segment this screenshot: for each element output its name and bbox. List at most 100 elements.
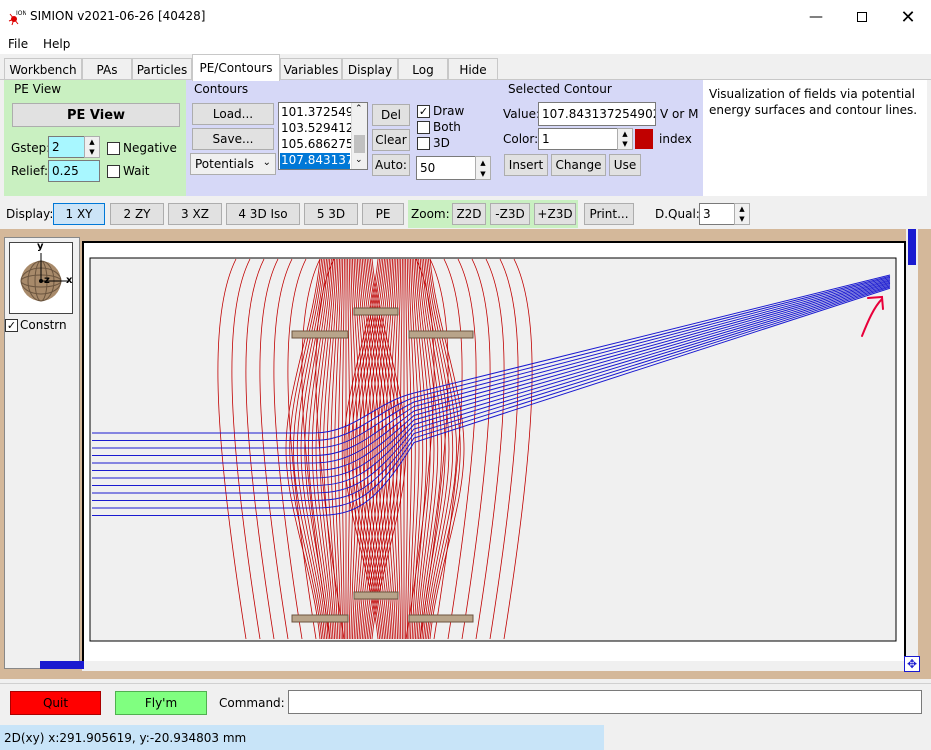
tab-variables[interactable]: Variables xyxy=(280,58,342,80)
view-5-3d-button[interactable]: 5 3D xyxy=(304,203,358,225)
draw-label: Draw xyxy=(433,104,465,118)
pan-icon[interactable]: ✥ xyxy=(904,656,920,672)
tab-log[interactable]: Log xyxy=(398,58,448,80)
spin-down-icon: ▼ xyxy=(622,140,628,148)
color-spinner[interactable]: ▲ ▼ xyxy=(617,128,633,150)
use-button[interactable]: Use xyxy=(609,154,641,176)
electrode xyxy=(353,307,399,316)
auto-button[interactable]: Auto: xyxy=(372,154,410,176)
dqual-spinner[interactable]: ▲ ▼ xyxy=(734,203,750,225)
chevron-down-icon: ⌄ xyxy=(262,157,271,168)
gstep-label: Gstep: xyxy=(11,141,51,155)
drawing-canvas[interactable] xyxy=(82,241,906,665)
zoom-z2d-button[interactable]: Z2D xyxy=(452,203,486,225)
scroll-thumb[interactable] xyxy=(354,135,365,153)
spin-up-icon: ▲ xyxy=(739,205,745,213)
tab-hide[interactable]: Hide xyxy=(448,58,498,80)
auto-count-spinner[interactable]: ▲ ▼ xyxy=(475,156,491,180)
gstep-spinner[interactable]: ▲ ▼ xyxy=(84,136,100,158)
clear-button[interactable]: Clear xyxy=(372,129,410,151)
tab-particles[interactable]: Particles xyxy=(132,58,192,80)
display-label: Display: xyxy=(6,207,54,221)
command-bar: Quit Fly'm Command: xyxy=(0,683,931,723)
maximize-button[interactable] xyxy=(839,0,885,34)
vertical-scroll-thumb[interactable] xyxy=(908,229,916,265)
view-2-zy-button[interactable]: 2 ZY xyxy=(110,203,164,225)
flym-button[interactable]: Fly'm xyxy=(115,691,207,715)
gstep-input[interactable]: 2 xyxy=(48,136,86,158)
thumbnail-column: y z x ✓ Constrn xyxy=(4,237,80,669)
dqual-input[interactable]: 3 xyxy=(699,203,735,225)
axis-y-label: y xyxy=(37,241,44,252)
tab-pas[interactable]: PAs xyxy=(82,58,132,80)
zoom-label: Zoom: xyxy=(411,207,450,221)
orientation-widget[interactable]: y z x xyxy=(9,241,73,314)
list-item[interactable]: 103.529412 xyxy=(281,121,354,135)
field-plot xyxy=(89,257,897,642)
orientation-globe-icon xyxy=(20,253,68,302)
contours-heading: Contours xyxy=(194,82,249,96)
threed-checkbox[interactable] xyxy=(417,137,430,150)
constrain-checkbox[interactable]: ✓ xyxy=(5,319,18,332)
minimize-icon: — xyxy=(809,9,823,25)
spin-down-icon: ▼ xyxy=(739,215,745,223)
constrain-label: Constrn xyxy=(20,318,67,332)
list-item-selected[interactable]: 107.843137 xyxy=(280,153,354,169)
del-button[interactable]: Del xyxy=(372,104,410,126)
color-index-input[interactable]: 1 xyxy=(538,128,618,150)
contour-list[interactable]: 101.372549 103.529412 105.686275 107.843… xyxy=(278,102,368,170)
negative-checkbox[interactable] xyxy=(107,142,120,155)
horizontal-scrollbar[interactable] xyxy=(82,661,904,671)
tab-pe-contours[interactable]: PE/Contours xyxy=(192,54,280,81)
relief-input[interactable]: 0.25 xyxy=(48,160,100,182)
threed-label: 3D xyxy=(433,136,450,150)
value-label: Value: xyxy=(503,107,540,121)
minimize-button[interactable]: — xyxy=(793,0,839,34)
view-3-xz-button[interactable]: 3 XZ xyxy=(168,203,222,225)
contour-value-input[interactable]: 107.843137254902 xyxy=(538,102,656,126)
horizontal-scroll-thumb[interactable] xyxy=(40,661,84,669)
spin-up-icon: ▲ xyxy=(89,138,95,146)
status-text: 2D(xy) x:291.905619, y:-20.934803 mm xyxy=(4,730,247,745)
display-toolbar: Display: 1 XY 2 ZY 3 XZ 4 3D Iso 5 3D PE… xyxy=(0,200,931,228)
view-pe-button[interactable]: PE xyxy=(362,203,404,225)
close-button[interactable]: ✕ xyxy=(885,0,931,34)
draw-checkbox[interactable]: ✓ xyxy=(417,105,430,118)
view-1-xy-button[interactable]: 1 XY xyxy=(53,203,105,225)
save-button[interactable]: Save... xyxy=(192,128,274,150)
pe-view-button[interactable]: PE View xyxy=(12,103,180,127)
selected-contour-panel: Selected Contour Value: 107.843137254902… xyxy=(498,80,703,196)
list-scrollbar[interactable]: ⌃ ⌄ xyxy=(351,103,367,169)
zoom-plus-z3d-button[interactable]: +Z3D xyxy=(534,203,576,225)
menu-file[interactable]: File xyxy=(8,37,28,51)
tab-display[interactable]: Display xyxy=(342,58,398,80)
spin-down-icon: ▼ xyxy=(89,148,95,156)
axis-z-label: z xyxy=(44,275,50,286)
view-area: y z x ✓ Constrn ✥ xyxy=(0,229,931,679)
info-panel: Visualization of fields via potential en… xyxy=(703,80,927,196)
list-item[interactable]: 101.372549 xyxy=(281,105,354,119)
change-button[interactable]: Change xyxy=(551,154,606,176)
list-item[interactable]: 105.686275 xyxy=(281,137,354,151)
both-checkbox[interactable] xyxy=(417,121,430,134)
load-button[interactable]: Load... xyxy=(192,103,274,125)
vertical-scrollbar[interactable] xyxy=(906,229,918,661)
menu-bar: File Help xyxy=(0,34,931,54)
mode-dropdown[interactable]: Potentials ⌄ xyxy=(190,153,276,175)
tab-workbench[interactable]: Workbench xyxy=(4,58,82,80)
command-input[interactable] xyxy=(288,690,922,714)
wait-checkbox[interactable] xyxy=(107,165,120,178)
quit-button[interactable]: Quit xyxy=(10,691,101,715)
color-label: Color: xyxy=(503,132,539,146)
print-button[interactable]: Print... xyxy=(584,203,634,225)
scroll-down-icon: ⌄ xyxy=(355,155,363,165)
menu-help[interactable]: Help xyxy=(43,37,70,51)
view-4-3d-iso-button[interactable]: 4 3D Iso xyxy=(226,203,300,225)
axis-x-label: x xyxy=(66,275,73,286)
close-icon: ✕ xyxy=(900,6,916,28)
maximize-icon xyxy=(857,12,867,22)
insert-button[interactable]: Insert xyxy=(504,154,548,176)
auto-count-input[interactable]: 50 xyxy=(416,156,476,180)
electrode xyxy=(353,591,399,600)
zoom-minus-z3d-button[interactable]: -Z3D xyxy=(490,203,530,225)
